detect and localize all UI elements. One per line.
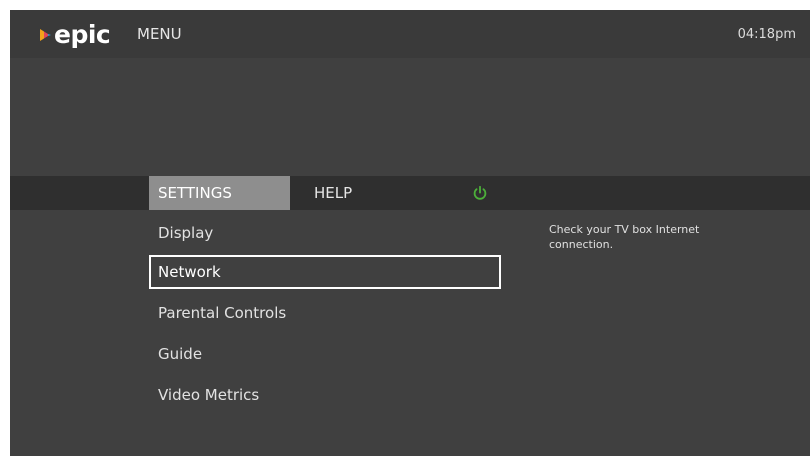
menu-item-display[interactable]: Display xyxy=(149,216,501,250)
menu-item-guide[interactable]: Guide xyxy=(149,337,501,371)
menu-title: MENU xyxy=(137,25,182,43)
tv-screen: epic MENU 04:18pm SETTINGS HELP Display … xyxy=(10,10,810,456)
clock: 04:18pm xyxy=(737,27,796,42)
tab-settings[interactable]: SETTINGS xyxy=(149,176,290,210)
menu-item-video-metrics[interactable]: Video Metrics xyxy=(149,378,501,412)
item-description: Check your TV box Internet connection. xyxy=(549,223,700,251)
epic-logo: epic xyxy=(40,20,111,49)
logo-text: epic xyxy=(54,20,111,49)
header-bar: epic MENU 04:18pm xyxy=(10,10,810,58)
menu-item-parental-controls[interactable]: Parental Controls xyxy=(149,296,501,330)
logo-mark-icon xyxy=(40,29,51,41)
menu-item-network[interactable]: Network xyxy=(149,255,501,289)
tab-bar: SETTINGS HELP xyxy=(10,176,810,210)
tab-help[interactable]: HELP xyxy=(305,176,425,210)
power-icon[interactable] xyxy=(472,185,488,201)
